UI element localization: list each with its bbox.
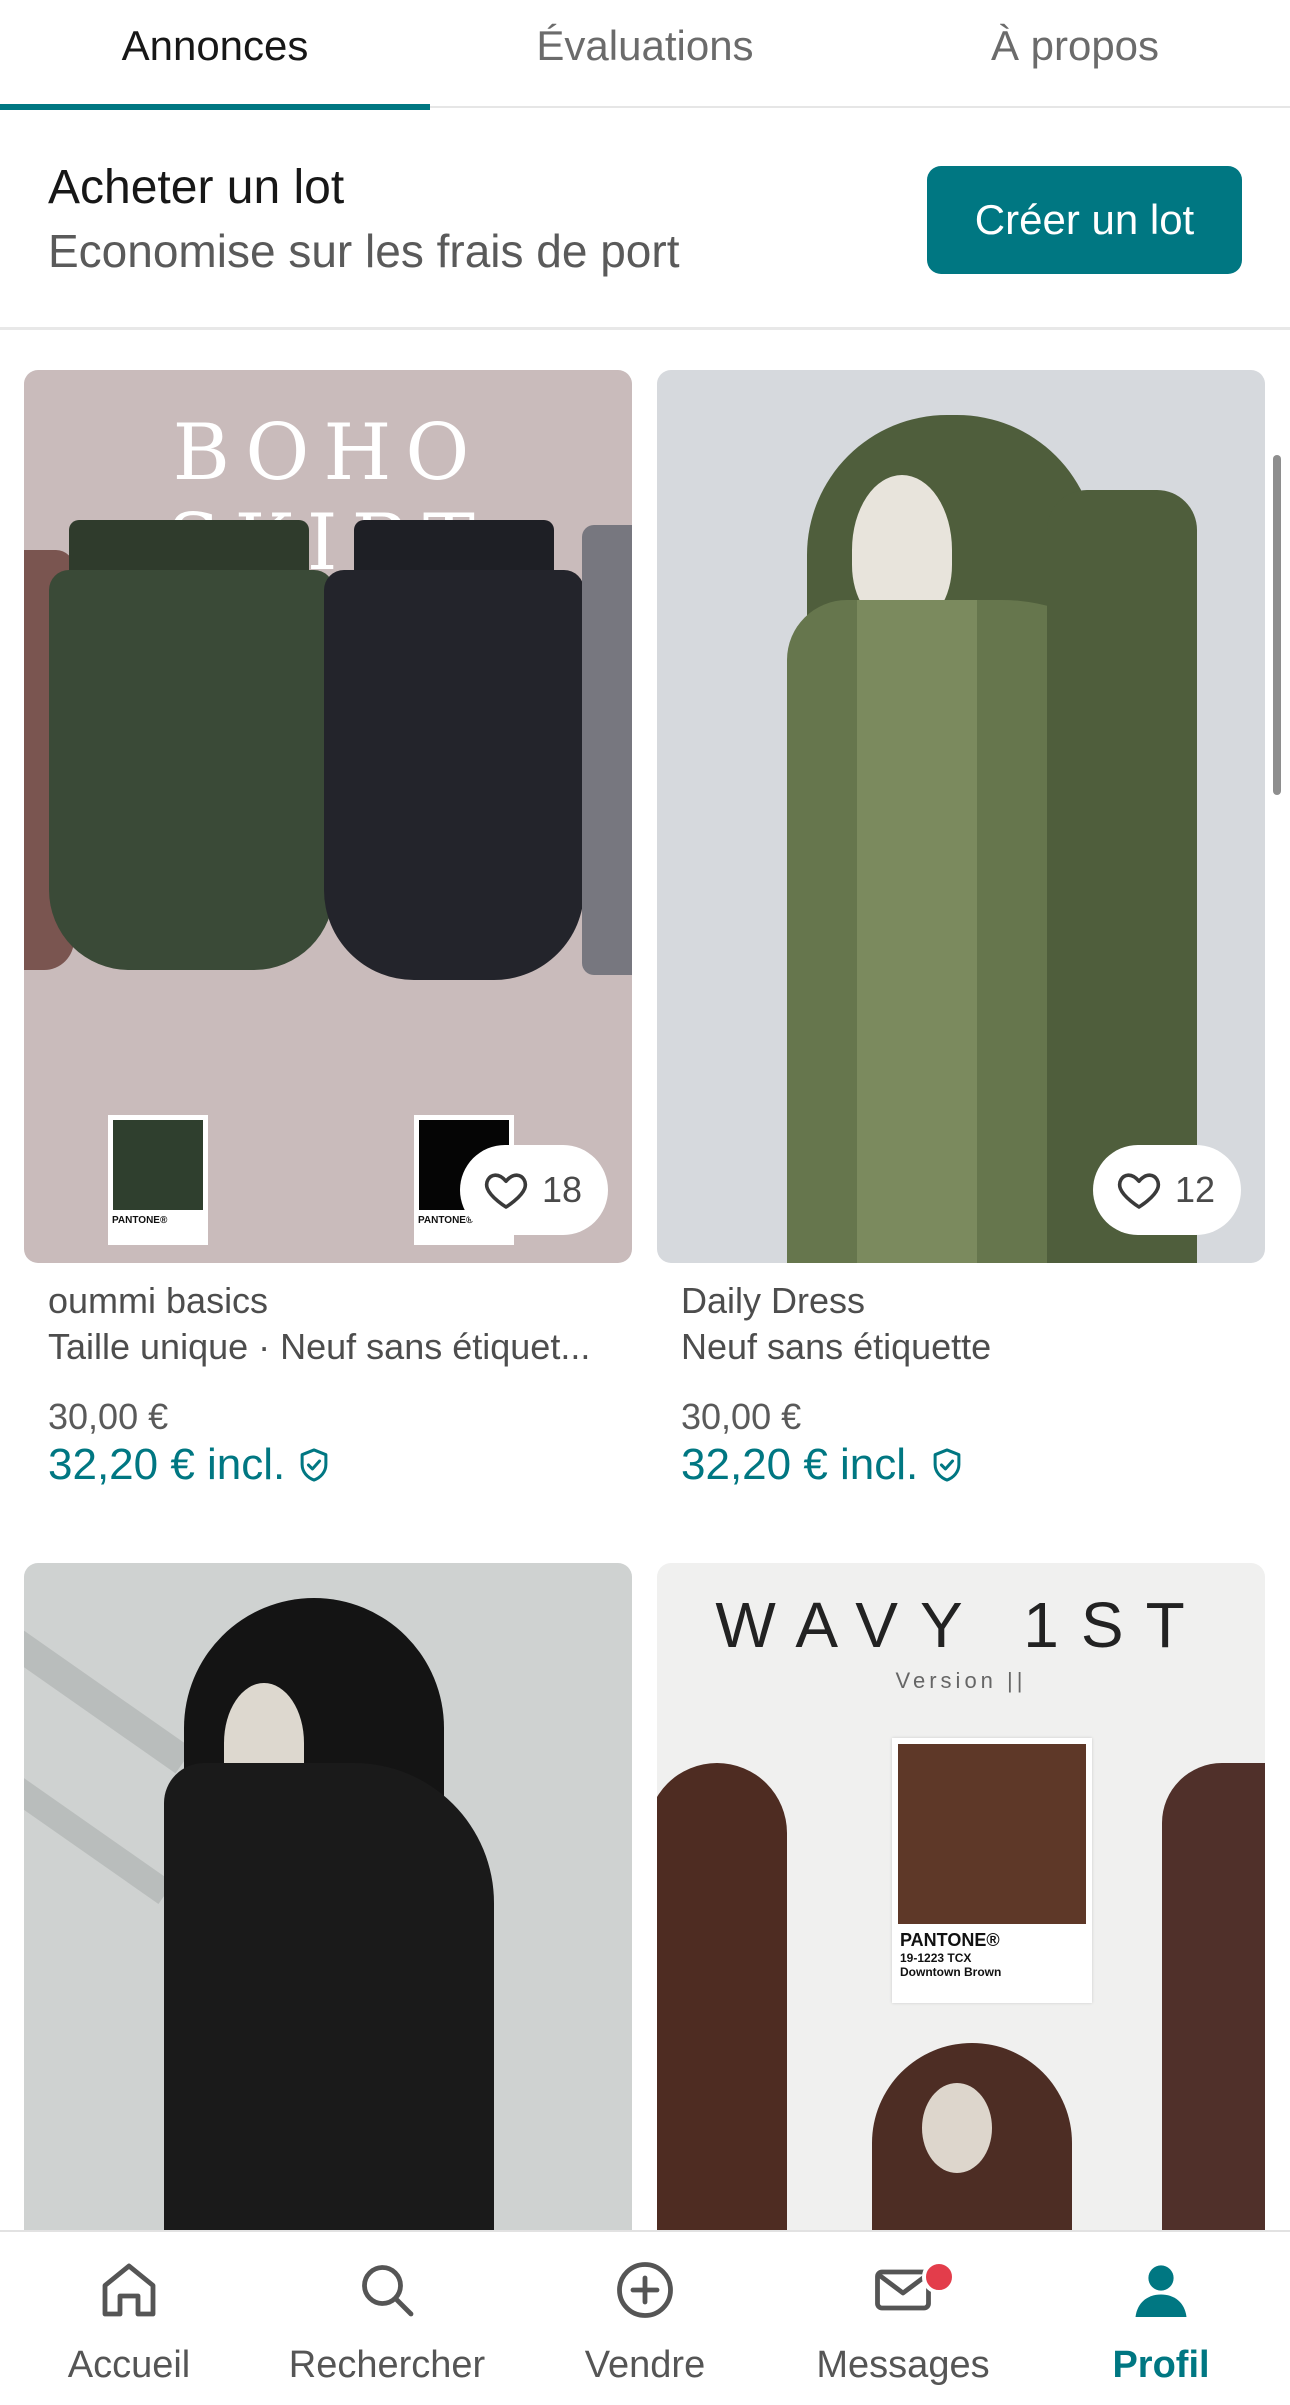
item-details: Neuf sans étiquette (681, 1326, 992, 1367)
nav-accueil[interactable]: Accueil (0, 2232, 258, 2405)
nav-label: Accueil (67, 2344, 191, 2386)
bundle-title: Acheter un lot (48, 161, 345, 214)
item-card[interactable] (24, 1563, 632, 2230)
shield-check-icon (933, 1448, 961, 1482)
khimar-image (1162, 1763, 1265, 2230)
skirt-image (49, 570, 334, 970)
item-details: Taille unique · Neuf sans étiquet... (48, 1326, 591, 1367)
swatch-label: PANTONE® (112, 1215, 168, 1226)
create-bundle-button[interactable]: Créer un lot (927, 166, 1242, 274)
item-price-with-protection: 32,20 € incl. (681, 1440, 966, 1490)
swatch-code: 19-1223 TCX (900, 1951, 972, 1965)
favorite-count: 12 (1174, 1169, 1215, 1210)
price-incl-label: 32,20 € incl. (681, 1440, 919, 1489)
nav-vendre[interactable]: Vendre (516, 2232, 774, 2405)
item-brand: oummi basics (48, 1280, 269, 1321)
favorite-button[interactable]: 12 (1092, 1145, 1241, 1235)
bundle-banner: Acheter un lot Economise sur les frais d… (0, 110, 1290, 330)
scrollbar[interactable] (1273, 455, 1281, 795)
color-swatch: PANTONE® 19-1223 TCX Downtown Brown (892, 1738, 1092, 2003)
khimar-image (657, 1763, 787, 2230)
profile-tabs: Annonces Évaluations À propos (0, 0, 1290, 110)
nav-rechercher[interactable]: Rechercher (258, 2232, 516, 2405)
favorite-button[interactable]: 18 (459, 1145, 608, 1235)
bundle-subtitle: Economise sur les frais de port (48, 225, 680, 277)
item-photo[interactable]: BOHO SKIRT PANTONE® PANTONE® 18 (24, 370, 632, 1263)
skirt-image (582, 525, 632, 975)
nav-profil[interactable]: Profil (1032, 2232, 1290, 2405)
item-brand: Daily Dress (681, 1280, 866, 1321)
khimar-image (164, 1763, 494, 2230)
tab-a-propos[interactable]: À propos (860, 0, 1290, 108)
item-photo[interactable]: 12 (657, 370, 1265, 1263)
nav-label: Messages (816, 2344, 990, 2386)
wall-shadow (24, 1767, 174, 1905)
item-price-with-protection: 32,20 € incl. (48, 1440, 333, 1490)
nav-messages[interactable]: Messages (774, 2232, 1032, 2405)
color-swatch: PANTONE® (108, 1115, 208, 1245)
wall-shadow (24, 1622, 193, 1774)
mannequin-head (922, 2083, 992, 2173)
item-price: 30,00 € (48, 1396, 169, 1437)
swatch-name: Downtown Brown (900, 1965, 1002, 1979)
favorite-count: 18 (541, 1169, 582, 1210)
item-photo[interactable] (24, 1563, 632, 2230)
price-incl-label: 32,20 € incl. (48, 1440, 286, 1489)
heart-icon (484, 1173, 528, 1209)
bottom-navigation: Accueil Rechercher Vendre Messages Profi… (0, 2230, 1290, 2405)
tab-evaluations[interactable]: Évaluations (430, 0, 860, 108)
shield-check-icon (300, 1448, 328, 1482)
item-card[interactable]: 12 Daily Dress Neuf sans étiquette 30,00… (657, 370, 1265, 1489)
skirt-image (324, 570, 584, 980)
nav-label: Vendre (584, 2344, 706, 2386)
tab-annonces[interactable]: Annonces (0, 0, 430, 110)
item-price: 30,00 € (681, 1396, 802, 1437)
search-icon (362, 2265, 414, 2317)
plus-circle-icon (617, 2262, 673, 2318)
heart-icon (1117, 1173, 1161, 1209)
photo-title-text: WAVY 1ST (715, 1589, 1207, 1661)
khimar-image (857, 600, 977, 1263)
item-card[interactable]: BOHO SKIRT PANTONE® PANTONE® 18 oummi ba… (24, 370, 632, 1489)
swatch-brand: PANTONE® (900, 1930, 1000, 1950)
home-icon (102, 2263, 156, 2317)
person-icon (1135, 2265, 1187, 2317)
item-card[interactable]: WAVY 1ST Version || PANTONE® 19-1223 TCX… (657, 1563, 1265, 2230)
nav-label: Profil (1112, 2344, 1210, 2386)
photo-subtitle-text: Version || (895, 1668, 1027, 1693)
nav-label: Rechercher (288, 2344, 486, 2386)
item-photo[interactable]: WAVY 1ST Version || PANTONE® 19-1223 TCX… (657, 1563, 1265, 2230)
unread-badge (922, 2260, 956, 2294)
